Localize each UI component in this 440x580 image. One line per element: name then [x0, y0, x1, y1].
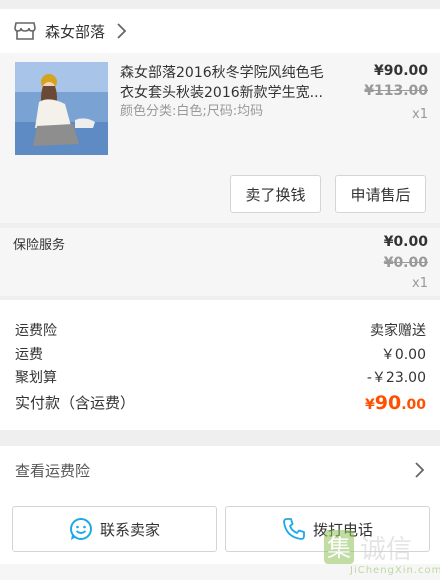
insurance-original-price: ¥0.00 — [383, 255, 428, 271]
view-shipping-insurance-label: 查看运费险 — [15, 461, 91, 480]
insurance-service-row[interactable]: 保险服务 ¥0.00 ¥0.00 x1 — [0, 228, 440, 296]
total-decimal: .00 — [401, 397, 426, 413]
chevron-right-icon — [117, 23, 127, 39]
shipping-insurance-row: 运费险 卖家赠送 — [15, 320, 426, 340]
bottom-divider — [0, 564, 440, 580]
discount-label: 聚划算 — [15, 370, 57, 386]
call-button[interactable]: 拨打电话 — [225, 506, 430, 552]
total-row: 实付款（含运费） ¥90.00 — [15, 392, 426, 414]
shipping-label: 运费 — [15, 347, 43, 363]
item-title[interactable]: 森女部落2016秋冬学院风纯色毛 衣女套头秋装2016新款学生宽... — [120, 63, 335, 103]
shipping-insurance-value: 卖家赠送 — [370, 323, 426, 339]
order-item-card[interactable]: 森女部落2016秋冬学院风纯色毛 衣女套头秋装2016新款学生宽... 颜色分类… — [0, 53, 440, 223]
shop-icon — [14, 22, 36, 40]
insurance-quantity: x1 — [412, 276, 428, 291]
total-value: ¥90.00 — [365, 392, 426, 414]
item-original-price: ¥113.00 — [364, 83, 428, 99]
product-thumbnail[interactable] — [15, 62, 108, 155]
total-currency: ¥ — [364, 397, 375, 413]
bottom-action-bar: 联系卖家 拨打电话 — [0, 494, 440, 580]
cost-summary: 运费险 卖家赠送 运费 ￥0.00 聚划算 -￥23.00 实付款（含运费） ¥… — [0, 300, 440, 430]
call-label: 拨打电话 — [312, 520, 373, 539]
total-label: 实付款（含运费） — [15, 394, 136, 412]
total-main: 90 — [374, 392, 402, 414]
contact-seller-button[interactable]: 联系卖家 — [12, 506, 217, 552]
chevron-right-icon — [415, 462, 425, 478]
shipping-insurance-label: 运费险 — [15, 323, 57, 339]
shipping-value: ￥0.00 — [380, 347, 426, 363]
shop-name: 森女部落 — [45, 22, 106, 41]
after-sale-button[interactable]: 申请售后 — [335, 175, 426, 213]
shop-header[interactable]: 森女部落 — [0, 9, 440, 53]
shipping-row: 运费 ￥0.00 — [15, 344, 426, 364]
chat-smile-icon — [69, 518, 92, 540]
view-shipping-insurance-link[interactable]: 查看运费险 — [0, 446, 440, 494]
item-title-line1: 森女部落2016秋冬学院风纯色毛 — [120, 65, 324, 81]
item-quantity: x1 — [412, 107, 428, 122]
insurance-price: ¥0.00 — [383, 234, 428, 250]
discount-value: -￥23.00 — [366, 370, 426, 386]
item-sku: 颜色分类:白色;尺码:均码 — [120, 104, 264, 119]
sell-button[interactable]: 卖了换钱 — [230, 175, 321, 213]
item-price: ¥90.00 — [373, 63, 428, 79]
contact-seller-label: 联系卖家 — [99, 520, 160, 539]
phone-icon — [283, 518, 305, 540]
discount-row: 聚划算 -￥23.00 — [15, 367, 426, 387]
insurance-label: 保险服务 — [13, 238, 66, 253]
